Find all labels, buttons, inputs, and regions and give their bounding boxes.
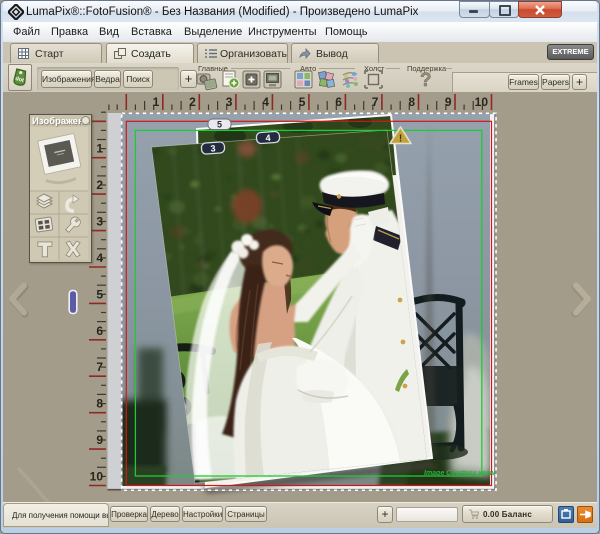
svg-text:8: 8	[408, 95, 415, 109]
svg-text:10: 10	[475, 95, 489, 109]
svg-text:2: 2	[96, 178, 103, 192]
svg-text:2: 2	[189, 95, 196, 109]
svg-text:7: 7	[372, 95, 379, 109]
svg-text:6: 6	[96, 324, 103, 338]
svg-text:3: 3	[96, 215, 103, 229]
svg-text:Image Courtesy www: Image Courtesy www	[424, 470, 495, 477]
svg-text:5: 5	[96, 287, 103, 301]
svg-text:3: 3	[226, 95, 233, 109]
svg-text:4: 4	[96, 251, 103, 265]
svg-text:5: 5	[299, 95, 306, 109]
svg-text:1: 1	[153, 95, 160, 109]
svg-text:5: 5	[217, 120, 222, 130]
svg-text:4: 4	[262, 95, 269, 109]
svg-text:7: 7	[96, 360, 103, 374]
svg-text:6: 6	[335, 95, 342, 109]
svg-text:8: 8	[96, 397, 103, 411]
svg-text:?: ?	[420, 70, 432, 91]
svg-text:9: 9	[96, 433, 103, 447]
svg-text:3: 3	[210, 143, 216, 153]
svg-text:1: 1	[96, 142, 103, 156]
svg-text:!: !	[399, 134, 402, 145]
svg-text:4: 4	[265, 133, 271, 143]
svg-text:9: 9	[445, 95, 452, 109]
svg-text:10: 10	[90, 470, 104, 484]
